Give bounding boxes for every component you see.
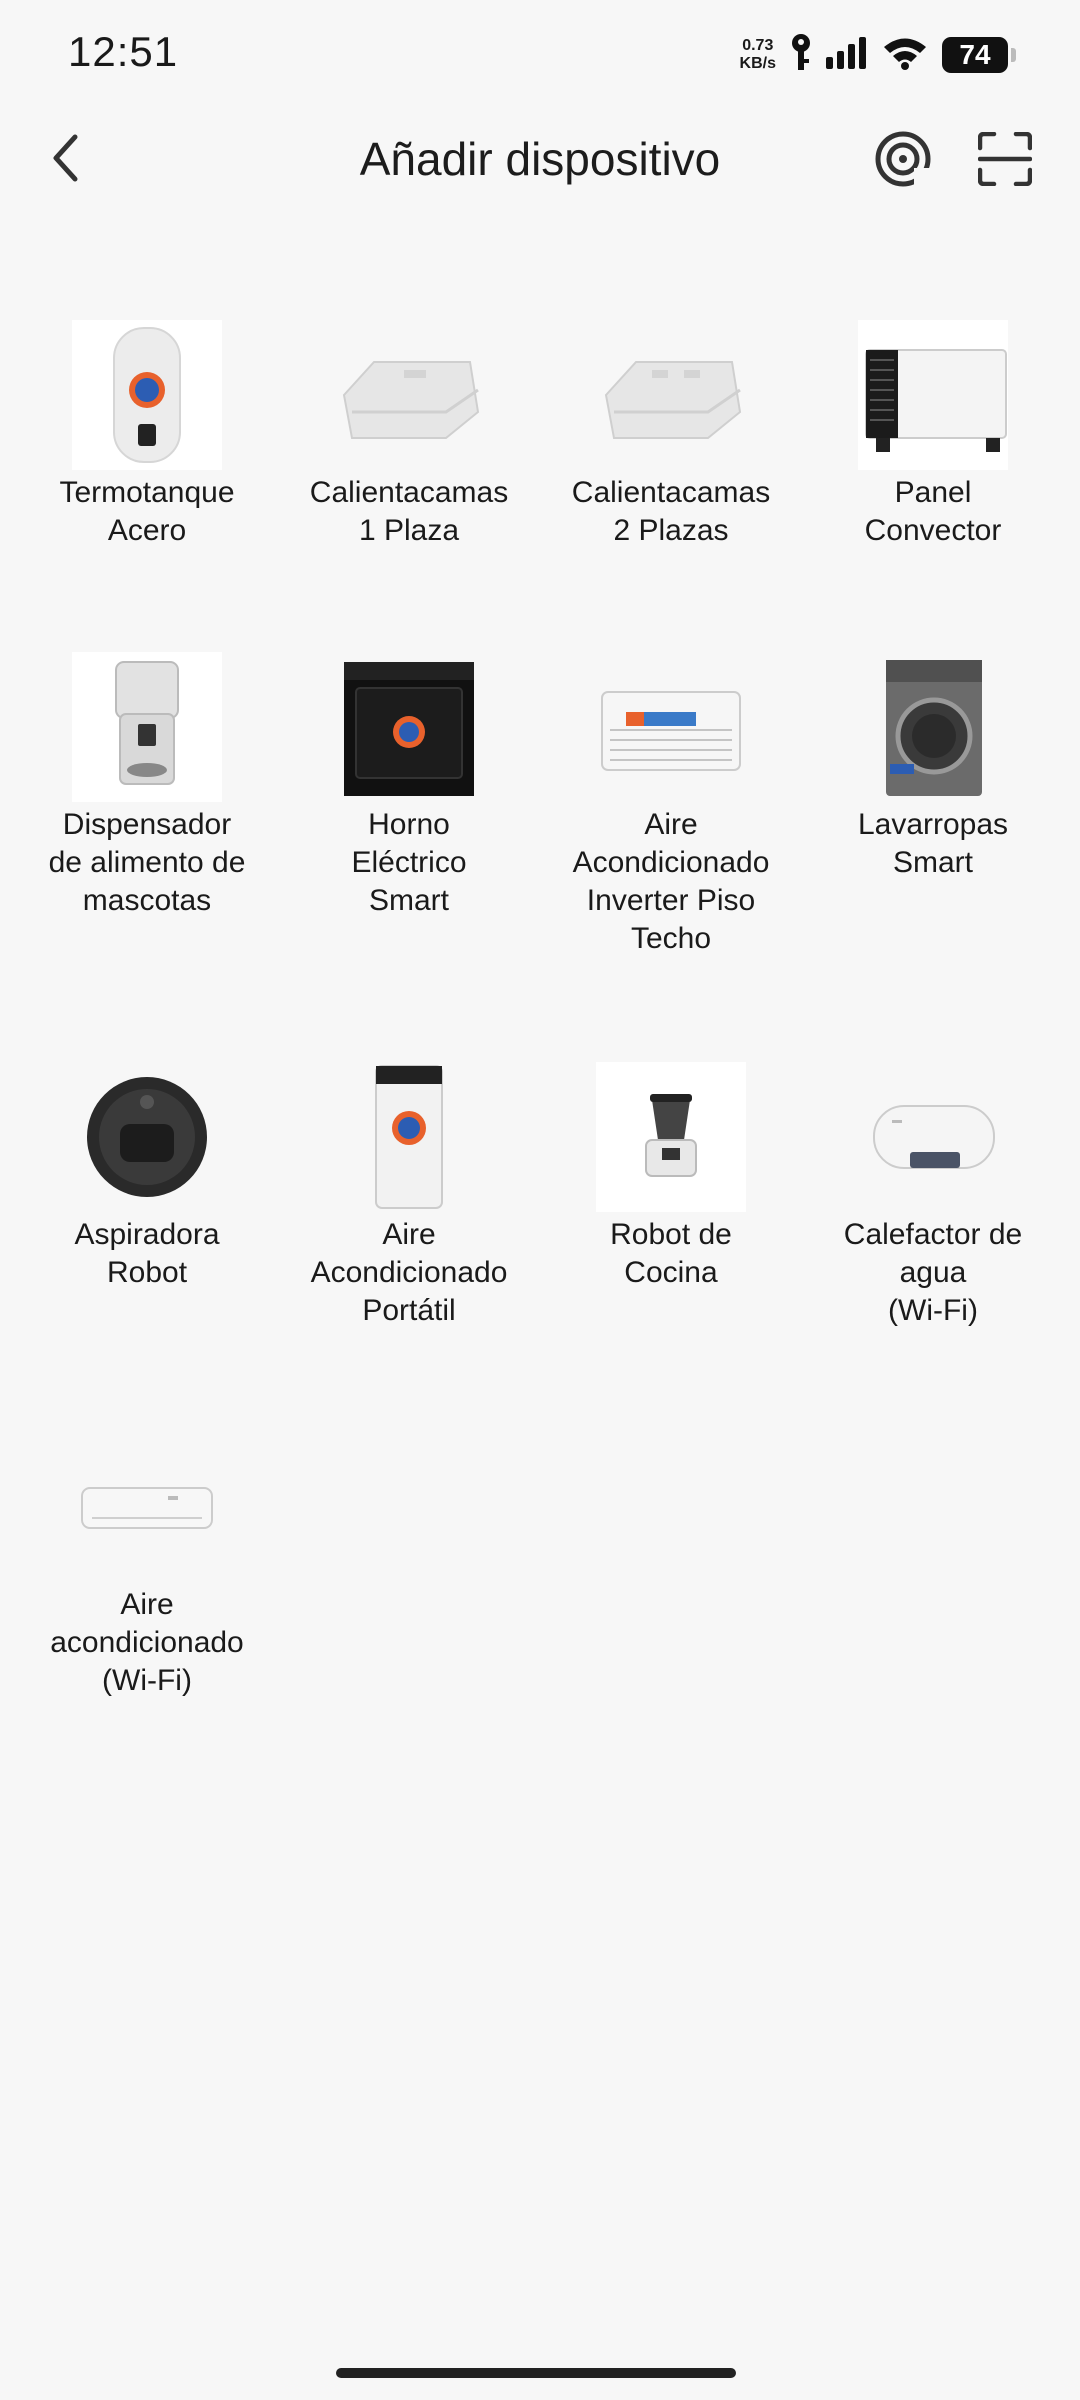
water-heater-icon	[72, 320, 222, 470]
horizontal-water-heater-icon	[858, 1062, 1008, 1212]
pet-feeder-icon	[72, 652, 222, 802]
network-speed-value: 0.73	[742, 37, 774, 54]
device-label: Robot de Cocina	[610, 1218, 732, 1289]
device-label: Lavarropas Smart	[857, 808, 1009, 879]
app-header: Añadir dispositivo	[0, 110, 1080, 210]
device-item[interactable]: Calientacamas 2 Plazas	[540, 320, 802, 652]
key-icon	[790, 33, 812, 78]
scan-qr-button[interactable]	[970, 126, 1040, 196]
status-icons: 0.73 KB/s 74	[740, 30, 1016, 80]
portable-ac-icon	[334, 1062, 484, 1212]
robot-vacuum-icon	[72, 1062, 222, 1212]
device-item[interactable]: Calientacamas 1 Plaza	[278, 320, 540, 652]
kitchen-robot-icon	[596, 1062, 746, 1212]
convector-panel-icon	[858, 320, 1008, 470]
device-label: Calientacamas 1 Plaza	[309, 476, 509, 547]
device-item[interactable]: Aire acondicionado (Wi-Fi)	[16, 1432, 278, 1732]
device-item[interactable]: Aspiradora Robot	[16, 1062, 278, 1432]
device-item[interactable]: Dispensador de alimento de mascotas	[16, 652, 278, 1062]
device-item[interactable]: Aire Acondicionado Inverter Piso Techo	[540, 652, 802, 1062]
device-label: Aspiradora Robot	[74, 1218, 220, 1289]
oven-icon	[334, 652, 484, 802]
device-label: Horno Eléctrico Smart	[351, 808, 467, 917]
device-label: Calientacamas 2 Plazas	[571, 476, 771, 547]
device-item[interactable]: Termotanque Acero	[16, 320, 278, 652]
battery-level: 74	[959, 39, 991, 70]
device-label: Panel Convector	[864, 476, 1002, 547]
device-label: Termotanque Acero	[59, 476, 235, 547]
network-speed: 0.73 KB/s	[740, 37, 776, 73]
device-item[interactable]: Calefactor de agua (Wi-Fi)	[802, 1062, 1064, 1432]
split-ac-icon	[72, 1432, 222, 1582]
battery-icon: 74	[942, 37, 1016, 73]
target-icon	[874, 130, 932, 193]
chevron-left-icon	[51, 133, 81, 188]
device-grid: Termotanque Acero Calientacamas 1 Plaza …	[16, 320, 1064, 1732]
device-label: Calefactor de agua (Wi-Fi)	[843, 1218, 1023, 1327]
home-indicator[interactable]	[336, 2368, 736, 2378]
status-bar: 12:51 0.73 KB/s 74	[0, 0, 1080, 110]
scan-icon	[977, 131, 1033, 191]
electric-blanket-icon	[596, 320, 746, 470]
washing-machine-icon	[858, 652, 1008, 802]
back-button[interactable]	[34, 128, 98, 192]
device-label: Dispensador de alimento de mascotas	[48, 808, 246, 917]
device-item[interactable]: Robot de Cocina	[540, 1062, 802, 1432]
auto-discover-button[interactable]	[868, 126, 938, 196]
wifi-icon	[882, 36, 928, 75]
device-item[interactable]: Lavarropas Smart	[802, 652, 1064, 1062]
device-item[interactable]: Aire Acondicionado Portátil	[278, 1062, 540, 1432]
network-speed-unit: KB/s	[739, 55, 776, 72]
device-item[interactable]: Panel Convector	[802, 320, 1064, 652]
signal-icon	[826, 36, 868, 74]
device-label: Aire Acondicionado Portátil	[310, 1218, 508, 1327]
electric-blanket-icon	[334, 320, 484, 470]
device-item[interactable]: Horno Eléctrico Smart	[278, 652, 540, 1062]
clock: 12:51	[68, 28, 179, 75]
device-label: Aire acondicionado (Wi-Fi)	[50, 1588, 244, 1697]
device-label: Aire Acondicionado Inverter Piso Techo	[572, 808, 770, 955]
ceiling-ac-icon	[596, 652, 746, 802]
